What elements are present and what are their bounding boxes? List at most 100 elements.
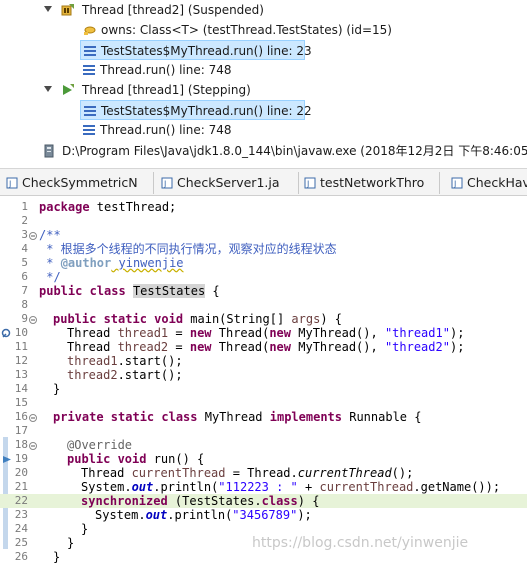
line-number: 23 xyxy=(14,508,28,521)
code-text: Thread xyxy=(67,326,118,340)
thread2-node[interactable]: Thread [thread2] (Suspended) xyxy=(44,0,344,20)
keyword: new xyxy=(189,326,212,340)
code-text: Thread xyxy=(67,340,118,354)
code-text: Runnable { xyxy=(342,410,422,424)
code-text: = xyxy=(168,340,190,354)
svg-text:J: J xyxy=(8,180,11,189)
stack-frame-label: Thread.run() line: 748 xyxy=(100,63,232,77)
process-icon xyxy=(44,144,54,158)
code-text: ) { xyxy=(320,312,343,326)
svg-text:J: J xyxy=(453,180,456,189)
line-number: 18 xyxy=(14,438,28,451)
thread1-node[interactable]: Thread [thread1] (Stepping) xyxy=(44,80,344,100)
code-text: (TestStates. xyxy=(167,494,262,508)
monitor-label: owns: Class<T> (testThread.TestStates) (… xyxy=(101,23,392,37)
expand-chevron-icon[interactable] xyxy=(44,6,52,12)
code-line: } xyxy=(53,382,61,396)
code-text: ); xyxy=(297,508,312,522)
debug-view: Thread [thread2] (Suspended) owns: Class… xyxy=(0,0,527,166)
tab-label: CheckServer1.ja xyxy=(177,175,280,190)
code-line: thread2.start(); xyxy=(67,368,183,382)
comment: /** xyxy=(39,228,61,242)
svg-text:J: J xyxy=(163,180,166,189)
override-marker-icon[interactable] xyxy=(2,455,12,464)
code-text: run() { xyxy=(146,452,205,466)
tab-checksymmetricn[interactable]: J CheckSymmetricN xyxy=(2,172,154,194)
string-literal: "3456789" xyxy=(232,508,298,522)
thread1-label: Thread [thread1] (Stepping) xyxy=(82,83,251,97)
keyword: class xyxy=(261,494,298,508)
code-line: } xyxy=(81,522,89,536)
java-file-icon: J xyxy=(6,177,18,189)
local-variable: currentThread xyxy=(319,480,414,494)
monitor-icon xyxy=(84,26,96,35)
code-line: package testThread; xyxy=(39,200,176,214)
process-node[interactable]: D:\Program Files\Java\jdk1.8.0_144\bin\j… xyxy=(42,141,527,161)
code-text: MyThread xyxy=(197,410,270,424)
tab-checkserver1[interactable]: J CheckServer1.ja xyxy=(157,172,299,194)
tab-testnetworkthro[interactable]: J testNetworkThro xyxy=(300,172,440,194)
breakpoint-icon[interactable] xyxy=(1,328,12,339)
stack-frame-icon xyxy=(84,46,96,56)
fold-toggle-icon[interactable] xyxy=(29,442,37,450)
fold-toggle-icon[interactable] xyxy=(29,414,37,422)
code-text: .getName()); xyxy=(413,480,501,494)
stack-frame[interactable]: Thread.run() line: 748 xyxy=(80,60,280,80)
stack-frame-label: TestStates$MyThread.run() line: 22 xyxy=(101,104,312,118)
local-variable: currentThread xyxy=(131,466,226,480)
line-number: 24 xyxy=(14,522,28,535)
tab-checkhave[interactable]: J CheckHave xyxy=(447,172,527,194)
tab-label: CheckSymmetricN xyxy=(22,175,138,190)
monitor-node[interactable]: owns: Class<T> (testThread.TestStates) (… xyxy=(82,20,482,40)
line-number: 22 xyxy=(14,494,28,507)
comment: */ xyxy=(39,270,61,284)
line-number: 12 xyxy=(14,354,28,367)
code-editor[interactable]: 1 package testThread; 2 3 /** 4 * 根据多个线程… xyxy=(0,197,527,564)
line-number: 15 xyxy=(14,396,28,409)
local-variable: thread2 xyxy=(67,368,118,382)
code-text: = Thread. xyxy=(225,466,298,480)
stack-frame-selected[interactable]: TestStates$MyThread.run() line: 22 xyxy=(80,100,312,120)
static-field: out xyxy=(145,508,168,522)
stack-frame-selected[interactable]: TestStates$MyThread.run() line: 23 xyxy=(80,40,312,60)
line-number: 26 xyxy=(14,550,28,563)
expand-chevron-icon[interactable] xyxy=(44,86,52,92)
javadoc-tag: @author xyxy=(60,256,112,270)
code-text: + xyxy=(297,480,320,494)
parameter: args xyxy=(291,312,321,326)
comment: * @author yinwenjie xyxy=(39,256,183,270)
keyword: new xyxy=(269,326,292,340)
keyword: new xyxy=(269,340,292,354)
static-method: currentThread xyxy=(297,466,392,480)
comment: * 根据多个线程的不同执行情况，观察对应的线程状态 xyxy=(39,242,337,256)
code-line: public static void main(String[] args) { xyxy=(53,312,342,326)
code-line: } xyxy=(53,550,61,564)
line-number: 10 xyxy=(14,326,28,339)
code-line: System.out.println("3456789"); xyxy=(95,508,312,522)
line-number: 17 xyxy=(14,424,28,437)
code-text: Thread( xyxy=(211,340,270,354)
stack-frame[interactable]: Thread.run() line: 748 xyxy=(80,120,280,140)
fold-toggle-icon[interactable] xyxy=(29,316,37,324)
svg-text:J: J xyxy=(306,180,309,189)
keyword: new xyxy=(189,340,212,354)
line-number: 16 xyxy=(14,410,28,423)
keyword: private static class xyxy=(53,410,198,424)
line-number: 8 xyxy=(21,298,28,311)
line-number: 11 xyxy=(14,340,28,353)
code-text: testThread; xyxy=(89,200,177,214)
code-text: .start(); xyxy=(117,354,183,368)
code-line: synchronized (TestStates.class) { xyxy=(81,494,319,508)
keyword: public class xyxy=(39,284,126,298)
code-text: ); xyxy=(449,340,465,354)
fold-toggle-icon[interactable] xyxy=(29,232,37,240)
code-text: ) { xyxy=(297,494,320,508)
line-number: 25 xyxy=(14,536,28,549)
line-number: 6 xyxy=(21,270,28,283)
keyword: package xyxy=(39,200,90,214)
code-text: main(String[] xyxy=(183,312,292,326)
code-line: thread1.start(); xyxy=(67,354,183,368)
code-line: } xyxy=(67,536,75,550)
keyword: public static void xyxy=(53,312,184,326)
